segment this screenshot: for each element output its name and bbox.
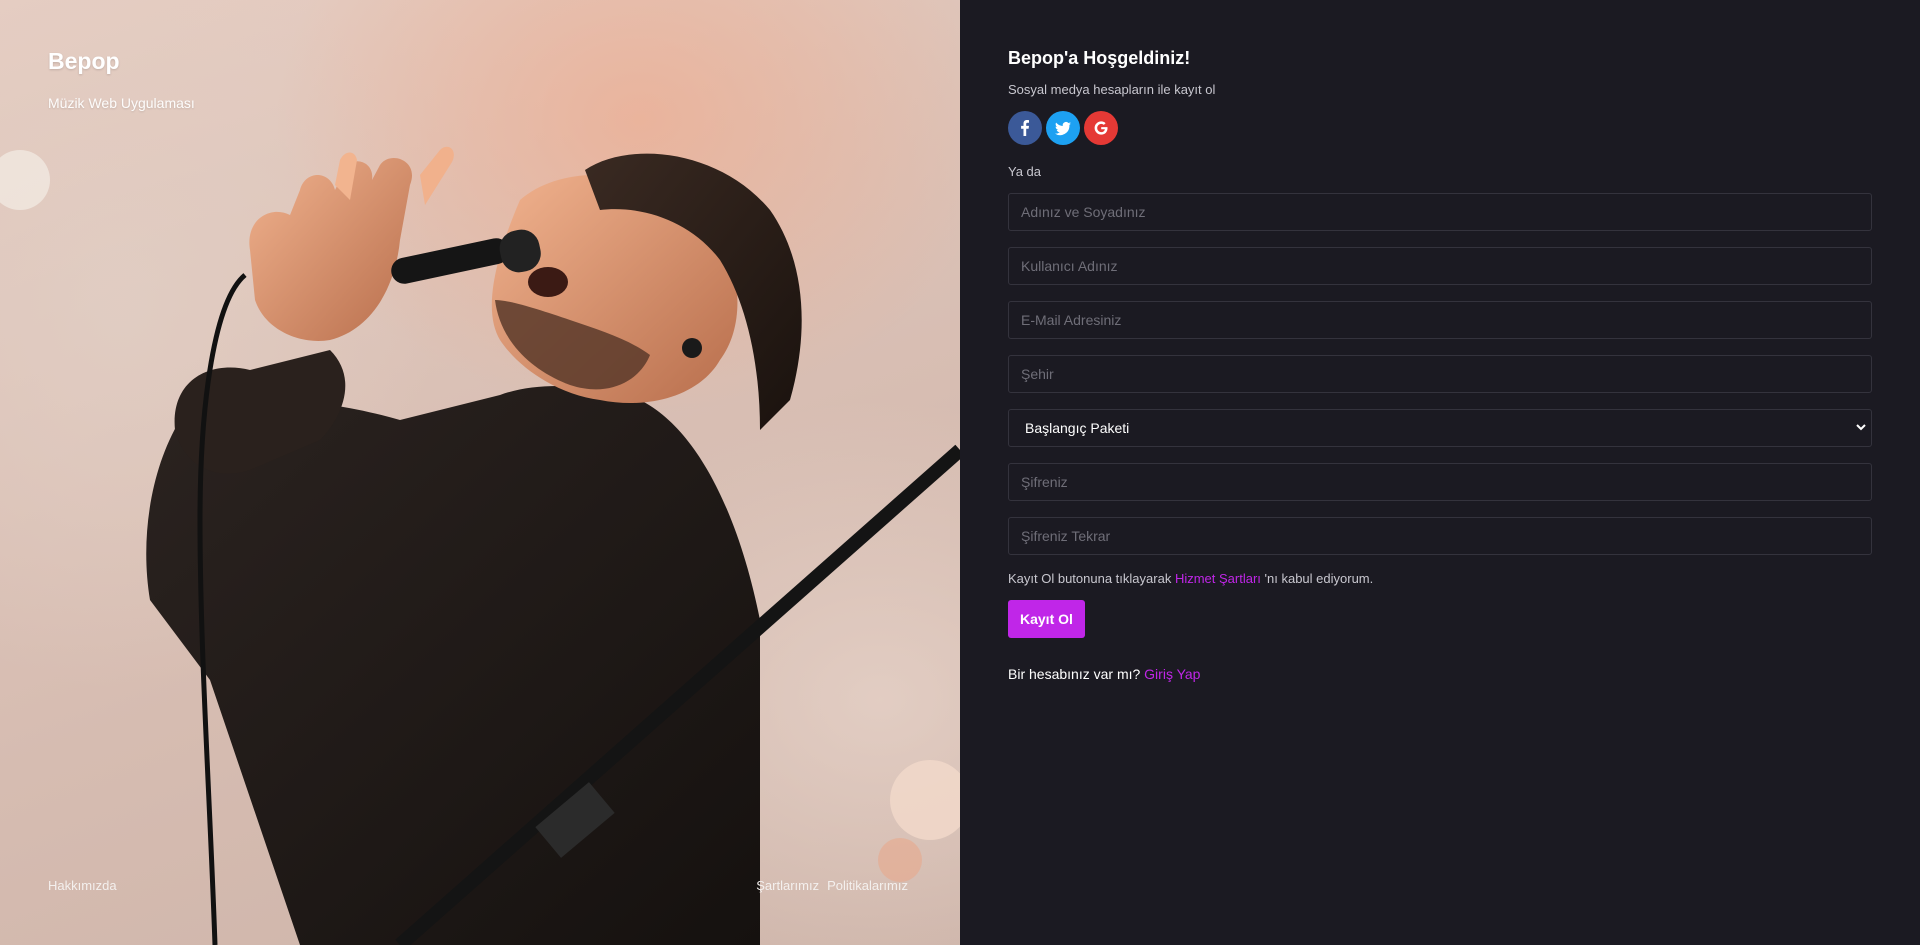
twitter-icon: [1055, 121, 1071, 136]
city-input[interactable]: [1008, 355, 1872, 393]
package-select[interactable]: Başlangıç Paketi: [1008, 409, 1872, 447]
signup-button[interactable]: Kayıt Ol: [1008, 600, 1085, 638]
google-icon: [1094, 121, 1108, 135]
login-prompt: Bir hesabınız var mı? Giriş Yap: [1008, 666, 1872, 682]
footer-links: Şartlarımız Politikalarımız: [756, 878, 908, 893]
facebook-icon: [1021, 120, 1029, 136]
terms-prefix: Kayıt Ol butonuna tıklayarak: [1008, 571, 1172, 586]
hero-section: Bepop Müzik Web Uygulaması Hakkımızda Şa…: [0, 0, 960, 945]
google-button[interactable]: [1084, 111, 1118, 145]
password-repeat-input[interactable]: [1008, 517, 1872, 555]
social-buttons: [1008, 111, 1872, 145]
about-link[interactable]: Hakkımızda: [48, 878, 117, 893]
signup-panel: Bepop'a Hoşgeldiniz! Sosyal medya hesapl…: [960, 0, 1920, 945]
policies-link[interactable]: Politikalarımız: [827, 878, 908, 893]
service-terms-link[interactable]: Hizmet Şartları: [1175, 571, 1261, 586]
singer-with-microphone-photo: [0, 146, 960, 945]
twitter-button[interactable]: [1046, 111, 1080, 145]
terms-suffix: 'nı kabul ediyorum.: [1264, 571, 1374, 586]
welcome-heading: Bepop'a Hoşgeldiniz!: [1008, 48, 1191, 68]
email-input[interactable]: [1008, 301, 1872, 339]
package-select-wrapper: Başlangıç Paketi: [1008, 409, 1872, 447]
password-input[interactable]: [1008, 463, 1872, 501]
terms-agreement: Kayıt Ol butonuna tıklayarak Hizmet Şart…: [1008, 571, 1872, 586]
app-title: Bepop: [48, 48, 120, 74]
signup-page: Bepop Müzik Web Uygulaması Hakkımızda Şa…: [0, 0, 1920, 945]
login-link[interactable]: Giriş Yap: [1144, 666, 1200, 682]
terms-link[interactable]: Şartlarımız: [756, 878, 819, 893]
have-account-text: Bir hesabınız var mı?: [1008, 666, 1141, 682]
social-signup-text: Sosyal medya hesapların ile kayıt ol: [1008, 82, 1216, 97]
facebook-button[interactable]: [1008, 111, 1042, 145]
fullname-input[interactable]: [1008, 193, 1872, 231]
username-input[interactable]: [1008, 247, 1872, 285]
or-divider-text: Ya da: [1008, 164, 1042, 179]
app-subtitle: Müzik Web Uygulaması: [48, 95, 195, 111]
